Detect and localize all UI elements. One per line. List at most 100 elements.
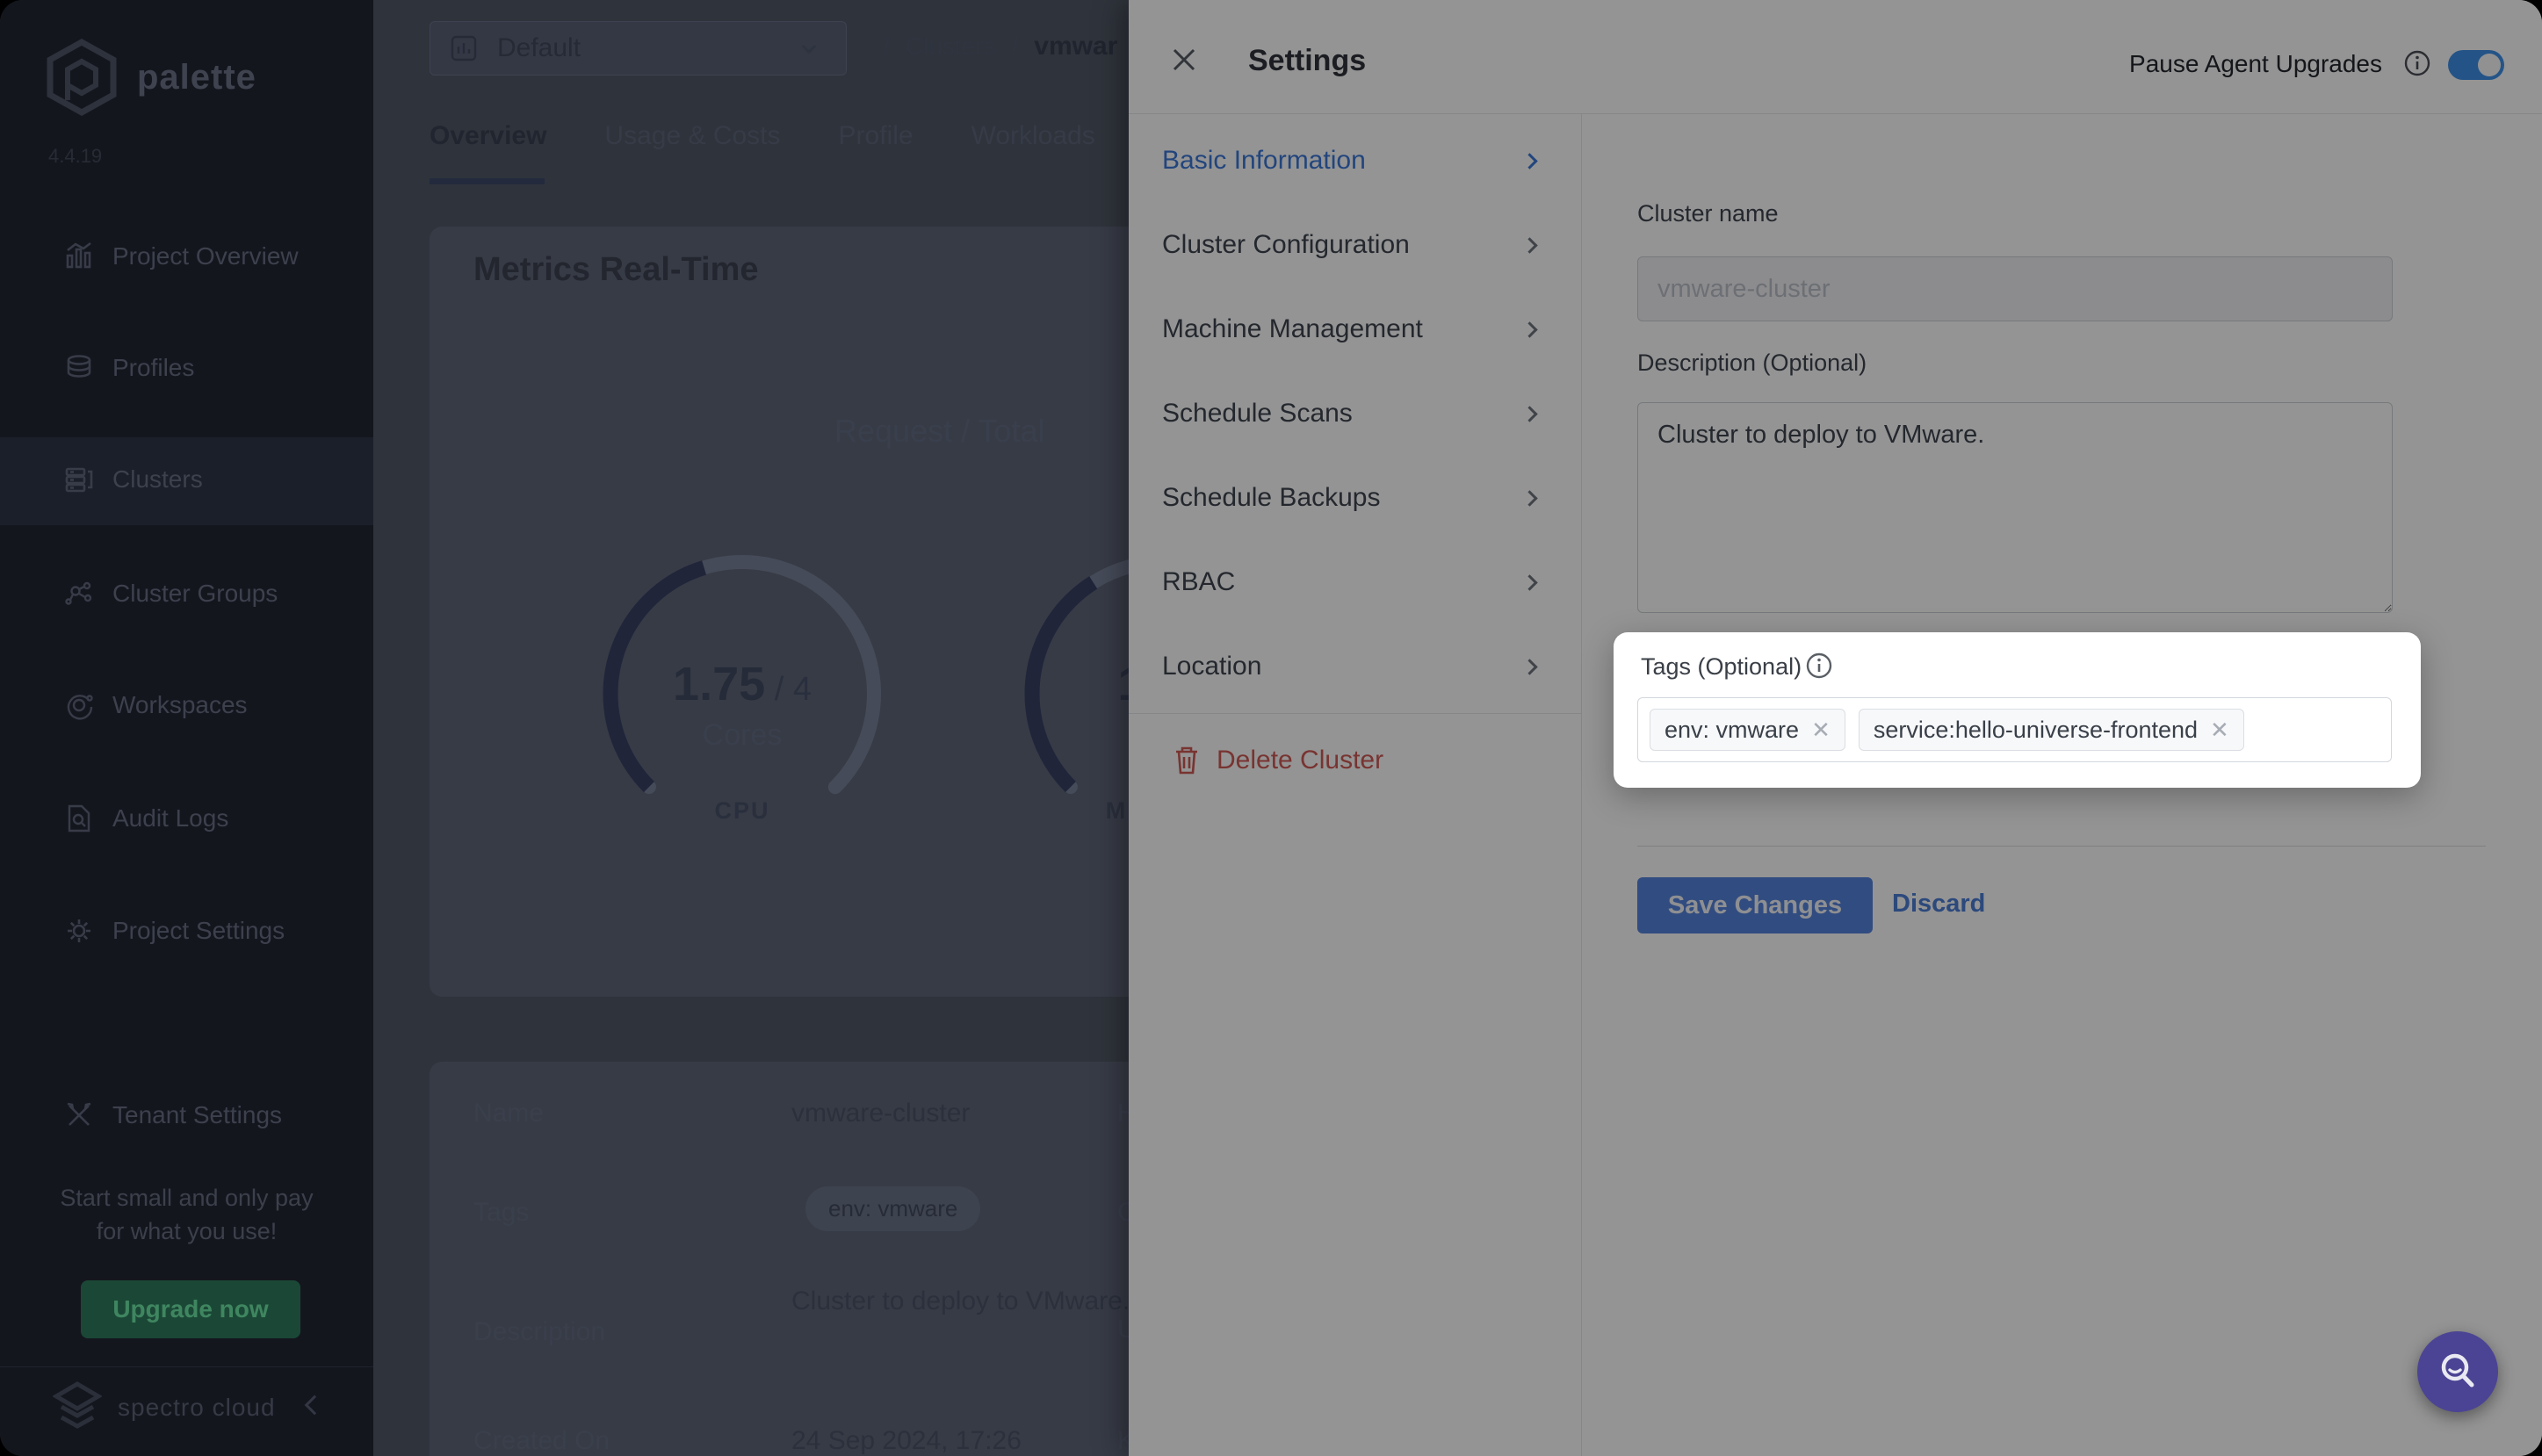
trash-icon (1173, 745, 1201, 776)
sidebar: palette 4.4.19 Project Overview Profiles… (0, 0, 373, 1456)
drawer-header: Settings Pause Agent Upgrades (1129, 0, 2542, 113)
drawer-nav-divider (1581, 113, 1582, 1456)
bar-chart-icon (61, 239, 97, 274)
delete-cluster-button[interactable]: Delete Cluster (1129, 718, 1581, 803)
doc-search-icon (61, 801, 97, 836)
tab-overview[interactable]: Overview (430, 121, 546, 151)
gear-icon (61, 913, 97, 948)
form-divider (1637, 846, 2486, 847)
chevron-down-icon (802, 40, 817, 54)
nav-bottom-divider (1129, 713, 1581, 714)
detail-label-description: Description (473, 1317, 605, 1347)
detail-value-name: vmware-cluster (791, 1099, 970, 1128)
nodes-icon (61, 576, 97, 611)
palette-logo-icon (46, 39, 118, 116)
promo-line-2: for what you use! (0, 1215, 373, 1248)
cpu-gauge: 1.75 / 4 Cores CPU (593, 544, 892, 843)
chevron-right-icon (1521, 237, 1537, 253)
brand: palette (46, 39, 256, 116)
settings-nav-machine-management[interactable]: Machine Management (1129, 287, 1581, 371)
settings-nav-rbac[interactable]: RBAC (1129, 540, 1581, 624)
spectro-cloud-label: spectro cloud (118, 1394, 276, 1422)
tags-highlight-card: Tags (Optional) env: vmware ✕ service:he… (1614, 632, 2421, 788)
tab-workloads[interactable]: Workloads (971, 121, 1095, 151)
breadcrumb-separator: / (883, 32, 890, 61)
detail-label-created-on: Created On (473, 1426, 610, 1456)
sidebar-item-audit-logs[interactable]: Audit Logs (0, 789, 373, 848)
settings-nav-schedule-backups[interactable]: Schedule Backups (1129, 456, 1581, 540)
sidebar-item-label: Tenant Settings (112, 1101, 282, 1129)
remove-tag-icon[interactable]: ✕ (1811, 717, 1831, 744)
help-button[interactable] (2417, 1331, 2498, 1412)
chevron-right-icon (1521, 490, 1537, 506)
sidebar-item-label: Cluster Groups (112, 580, 278, 608)
spectro-cloud-logo-icon (53, 1380, 102, 1435)
sidebar-item-label: Workspaces (112, 691, 248, 719)
sidebar-item-label: Project Settings (112, 917, 285, 945)
cpu-gauge-unit: Cores (593, 718, 892, 753)
pause-agent-upgrades-toggle[interactable] (2448, 50, 2504, 80)
project-chart-icon (450, 34, 478, 62)
tags-input[interactable]: env: vmware ✕ service:hello-universe-fro… (1637, 697, 2392, 762)
collapse-sidebar-icon[interactable] (305, 1395, 325, 1416)
tab-usage-costs[interactable]: Usage & Costs (604, 121, 780, 151)
breadcrumb: / Clusters / vmwar (883, 32, 1117, 61)
layers-icon (61, 350, 97, 386)
chevron-right-icon (1521, 321, 1537, 337)
metrics-title: Metrics Real-Time (473, 251, 759, 289)
sidebar-item-project-overview[interactable]: Project Overview (0, 227, 373, 286)
drawer-header-divider (1129, 113, 2542, 114)
toggle-knob (2478, 54, 2501, 76)
cpu-gauge-value: 1.75 / 4 (593, 657, 892, 711)
project-selector[interactable]: Default (430, 21, 847, 76)
cluster-name-input (1637, 256, 2393, 321)
breadcrumb-separator: / (1011, 32, 1018, 61)
detail-label-tags: Tags (473, 1198, 529, 1228)
tab-profile[interactable]: Profile (839, 121, 914, 151)
sidebar-item-tenant-settings[interactable]: Tenant Settings (0, 1085, 373, 1145)
description-label: Description (Optional) (1637, 350, 1867, 377)
metrics-legend: Request / Total (834, 413, 1044, 450)
brand-name: palette (137, 58, 256, 97)
remove-tag-icon[interactable]: ✕ (2210, 717, 2229, 744)
orbit-icon (61, 688, 97, 723)
sidebar-footer: spectro cloud (53, 1380, 276, 1435)
cpu-gauge-label: CPU (593, 797, 892, 825)
info-icon[interactable] (2403, 49, 2431, 77)
sidebar-item-workspaces[interactable]: Workspaces (0, 675, 373, 735)
settings-nav-location[interactable]: Location (1129, 624, 1581, 709)
sidebar-item-cluster-groups[interactable]: Cluster Groups (0, 564, 373, 623)
description-textarea[interactable] (1637, 402, 2393, 613)
breadcrumb-current: vmwar (1034, 32, 1117, 61)
upgrade-now-button[interactable]: Upgrade now (81, 1280, 300, 1338)
breadcrumb-link-clusters[interactable]: Clusters (906, 32, 996, 61)
tools-icon (61, 1098, 97, 1133)
app-version: 4.4.19 (48, 145, 102, 168)
settings-drawer: Settings Pause Agent Upgrades Basic Info… (1129, 0, 2542, 1456)
settings-nav-cluster-configuration[interactable]: Cluster Configuration (1129, 203, 1581, 287)
chevron-right-icon (1521, 406, 1537, 422)
chevron-right-icon (1521, 153, 1537, 169)
tag-chip-service-hello-universe-frontend: service:hello-universe-frontend ✕ (1859, 709, 2244, 751)
sidebar-item-label: Clusters (112, 465, 203, 494)
save-changes-button[interactable]: Save Changes (1637, 877, 1873, 933)
close-icon[interactable] (1170, 46, 1198, 74)
active-tab-underline (430, 178, 545, 184)
chevron-right-icon (1521, 574, 1537, 590)
promo-line-1: Start small and only pay (0, 1181, 373, 1215)
magnifier-smile-icon (2435, 1349, 2481, 1395)
tag-chip: env: vmware (805, 1186, 980, 1231)
discard-button[interactable]: Discard (1892, 890, 1985, 919)
app-window: palette 4.4.19 Project Overview Profiles… (0, 0, 2542, 1456)
info-icon[interactable] (1805, 652, 1833, 680)
cluster-name-label: Cluster name (1637, 200, 1779, 227)
settings-nav-basic-information[interactable]: Basic Information (1129, 119, 1581, 203)
promo-text: Start small and only pay for what you us… (0, 1181, 373, 1248)
tags-label: Tags (Optional) (1641, 653, 1802, 681)
sidebar-item-project-settings[interactable]: Project Settings (0, 901, 373, 961)
settings-nav-schedule-scans[interactable]: Schedule Scans (1129, 371, 1581, 456)
sidebar-item-profiles[interactable]: Profiles (0, 338, 373, 398)
sidebar-item-clusters[interactable]: Clusters (0, 450, 373, 509)
project-selector-value: Default (497, 33, 581, 63)
pause-agent-upgrades-label: Pause Agent Upgrades (2129, 50, 2382, 78)
